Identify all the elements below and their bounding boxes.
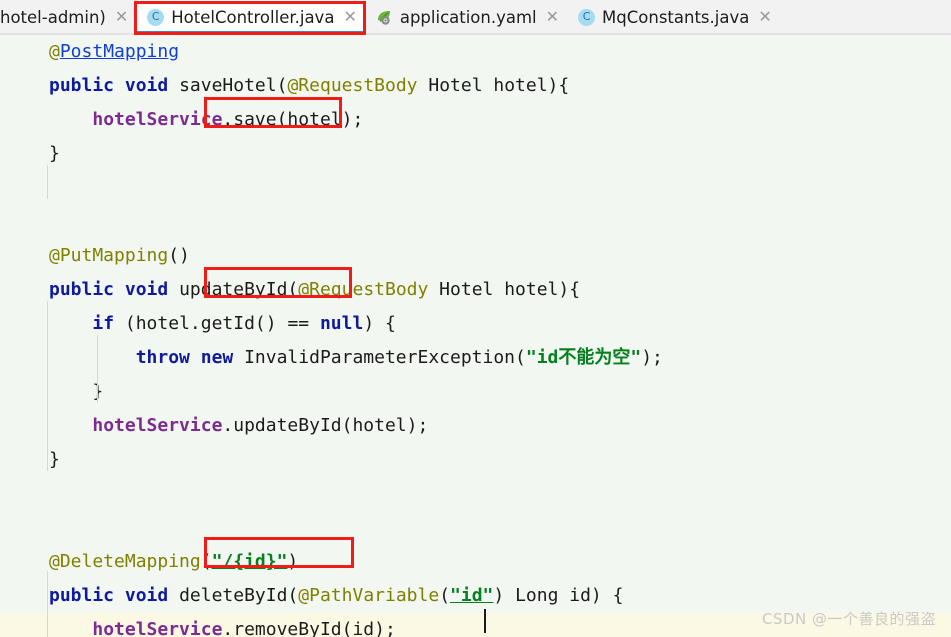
code-token: "id" [450,585,494,606]
close-icon[interactable]: ✕ [115,9,128,25]
code-line[interactable] [0,171,951,205]
code-token: (hotel.getId() == [114,313,320,334]
code-token: updateById [179,279,288,300]
code-token: ) Long id) { [493,585,624,606]
code-line[interactable]: } [0,137,951,171]
java-class-icon: C [147,8,165,26]
code-token: public [49,279,115,300]
code-token: hotelService [92,415,223,436]
ide-editor-window: hotel-admin) ✕ C HotelController.java ✕ … [0,0,951,637]
spring-config-icon [376,9,393,26]
editor-tab-label: MqConstants.java [602,7,750,27]
editor-tab-mqconstants-java[interactable]: C MqConstants.java ✕ [568,0,781,34]
code-token: @PathVariable [298,585,440,606]
code-line[interactable]: public void updateById(@RequestBody Hote… [0,273,951,307]
code-token: ) [287,551,299,572]
java-class-icon: C [578,8,596,26]
code-token: "/{id}" [211,551,288,572]
code-token: } [49,449,60,470]
code-token: void [124,279,169,300]
code-token: throw [135,347,190,368]
code-token: hotelService [92,109,223,130]
code-line[interactable]: } [0,375,951,409]
editor-tab-application-yaml[interactable]: application.yaml ✕ [366,0,568,34]
code-token: hotelService [92,619,223,637]
code-line[interactable]: @PostMapping [0,35,951,69]
close-icon[interactable]: ✕ [343,9,356,25]
code-line[interactable]: throw new InvalidParameterException("id不… [0,341,951,375]
code-line[interactable]: if (hotel.getId() == null) { [0,307,951,341]
code-line[interactable]: @PutMapping() [0,239,951,273]
indent-guide [47,165,48,199]
editor-tab-label: hotel-admin) [0,7,106,27]
text-caret [484,609,486,633]
code-token: @ [49,41,60,62]
code-token: Hotel hotel){ [428,279,581,300]
editor-tab-bar: hotel-admin) ✕ C HotelController.java ✕ … [0,0,951,34]
close-icon[interactable]: ✕ [546,9,559,25]
code-line[interactable] [0,477,951,511]
code-token: @RequestBody [287,75,418,96]
code-token: PostMapping [59,41,180,62]
code-token: public [49,585,115,606]
code-text[interactable]: @PostMapping public void saveHotel(@Reque… [0,35,951,637]
code-token: public [49,75,115,96]
code-token: .save(hotel); [222,109,364,130]
code-editor-area[interactable]: @PostMapping public void saveHotel(@Reque… [0,35,951,637]
code-line[interactable]: @DeleteMapping("/{id}") [0,545,951,579]
code-token: ( [200,551,212,572]
code-token: ( [276,75,288,96]
code-token: } [49,143,60,164]
indent-guide [47,301,48,471]
editor-tab-label: HotelController.java [171,7,335,27]
code-token: deleteById [179,585,288,606]
code-line[interactable]: hotelService.updateById(hotel); [0,409,951,443]
code-token: .updateById(hotel); [222,415,429,436]
indent-guide [97,335,98,403]
code-token: @DeleteMapping [49,551,201,572]
code-token: Hotel hotel){ [417,75,570,96]
code-token: saveHotel [179,75,277,96]
code-token: if [92,313,115,334]
code-token: ) { [363,313,396,334]
code-token: ( [287,585,299,606]
code-token: void [124,585,169,606]
code-token: InvalidParameterException( [233,347,526,368]
code-line[interactable] [0,205,951,239]
code-token: () [168,245,190,266]
editor-tab-hotelcontroller-java[interactable]: C HotelController.java ✕ [137,0,366,34]
code-line[interactable]: hotelService.save(hotel); [0,103,951,137]
code-token: ( [439,585,451,606]
indent-guide [47,571,48,637]
code-token: ( [287,279,299,300]
watermark: CSDN @一个善良的强盗 [761,610,936,628]
code-token: "id不能为空" [525,347,642,368]
code-token: null [319,313,364,334]
editor-tab-label: application.yaml [399,7,537,27]
editor-tab-hotel-admin[interactable]: hotel-admin) ✕ [0,0,137,34]
code-token: .removeById(id); [222,619,396,637]
close-icon[interactable]: ✕ [758,9,771,25]
code-token: new [200,347,234,368]
code-token: ); [641,347,663,368]
code-token: @RequestBody [298,279,429,300]
code-token: @PutMapping [49,245,169,266]
code-line[interactable]: public void saveHotel(@RequestBody Hotel… [0,69,951,103]
code-line[interactable] [0,511,951,545]
code-token: void [124,75,169,96]
code-token: } [49,381,104,402]
code-line[interactable]: } [0,443,951,477]
